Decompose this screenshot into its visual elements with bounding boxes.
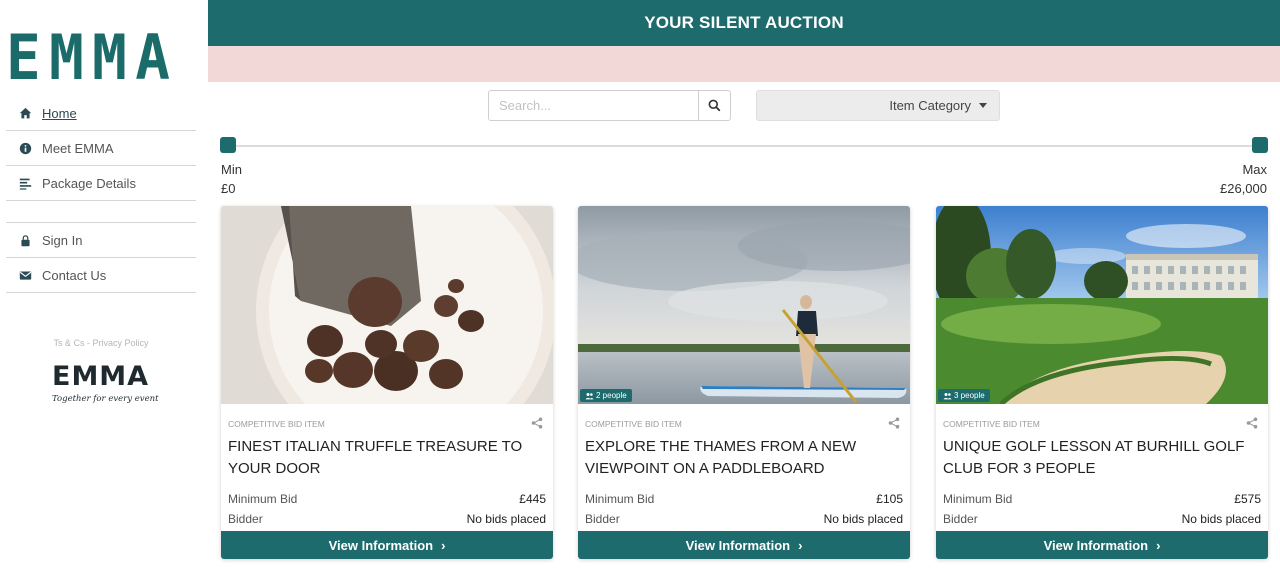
bidder-label: Bidder [943,512,978,526]
users-icon [585,392,594,399]
min-bid-row: Minimum Bid £575 [943,492,1261,506]
card-title[interactable]: EXPLORE THE THAMES FROM A NEW VIEWPOINT … [585,436,907,480]
auction-card: 2 people COMPETITIVE BID ITEM EXPLORE TH… [578,206,910,559]
header-bar: YOUR SILENT AUCTION [208,0,1280,46]
range-max-value: £26,000 [1220,181,1267,196]
tagline: Together for every event [52,394,159,404]
chevron-right-icon: › [1156,537,1161,553]
bidder-value: No bids placed [466,512,546,526]
page-title: YOUR SILENT AUCTION [644,13,844,32]
range-min-label: Min [221,162,242,177]
bidder-row: Bidder No bids placed [228,512,546,526]
bidder-row: Bidder No bids placed [585,512,903,526]
item-category-dropdown[interactable]: Item Category [756,90,1000,121]
bidder-value: No bids placed [1181,512,1261,526]
bidder-label: Bidder [585,512,620,526]
sidebar: EMMA Home Meet EMMA Package Details Sign… [0,0,208,571]
sidebar-item-contact-us[interactable]: Contact Us [6,258,196,293]
min-bid-label: Minimum Bid [228,492,298,506]
min-bid-value: £105 [876,492,903,506]
sidebar-nav: Home Meet EMMA Package Details Sign In C… [6,96,196,293]
info-icon [18,141,32,155]
card-type-label: COMPETITIVE BID ITEM [943,419,1040,429]
card-title[interactable]: FINEST ITALIAN TRUFFLE TREASURE TO YOUR … [228,436,550,480]
people-count: 3 people [954,391,985,400]
banner-strip [208,46,1280,82]
share-icon[interactable] [888,417,900,429]
view-information-button[interactable]: View Information › [578,531,910,559]
nav-divider [6,201,196,223]
min-bid-row: Minimum Bid £105 [585,492,903,506]
bidder-label: Bidder [228,512,263,526]
golf-course-image[interactable]: 3 people [936,206,1268,404]
sidebar-item-meet-emma[interactable]: Meet EMMA [6,131,196,166]
price-min-handle[interactable] [220,137,236,153]
legal-links[interactable]: Ts & Cs - Privacy Policy [6,338,196,348]
home-icon [18,106,32,120]
bidder-value: No bids placed [823,512,903,526]
share-icon[interactable] [1246,417,1258,429]
caret-down-icon [979,103,987,108]
view-information-label: View Information [685,537,791,553]
page: EMMA Home Meet EMMA Package Details Sign… [0,0,1280,571]
chevron-right-icon: › [798,537,803,553]
envelope-icon [18,268,32,282]
share-icon[interactable] [531,417,543,429]
people-badge: 3 people [938,389,990,402]
auction-card: 3 people COMPETITIVE BID ITEM UNIQUE GOL… [936,206,1268,559]
sidebar-item-label: Package Details [42,175,136,191]
truffle-image[interactable] [221,206,553,404]
card-title[interactable]: UNIQUE GOLF LESSON AT BURHILL GOLF CLUB … [943,436,1265,480]
search-icon [708,99,721,112]
view-information-label: View Information [1043,537,1149,553]
min-bid-row: Minimum Bid £445 [228,492,546,506]
min-bid-label: Minimum Bid [943,492,1013,506]
lock-icon [18,233,32,247]
range-max-label: Max [1242,162,1267,177]
paddleboard-image[interactable]: 2 people [578,206,910,404]
sidebar-item-label: Contact Us [42,267,107,283]
min-bid-value: £575 [1234,492,1261,506]
item-category-label: Item Category [889,98,971,113]
chevron-right-icon: › [441,537,446,553]
card-type-label: COMPETITIVE BID ITEM [585,419,682,429]
people-count: 2 people [596,391,627,400]
price-max-handle[interactable] [1252,137,1268,153]
card-type-label: COMPETITIVE BID ITEM [228,419,325,429]
price-range-track[interactable] [228,145,1260,147]
sidebar-item-label: Home [42,105,77,121]
view-information-button[interactable]: View Information › [221,531,553,559]
auction-card: COMPETITIVE BID ITEM FINEST ITALIAN TRUF… [221,206,553,559]
view-information-button[interactable]: View Information › [936,531,1268,559]
search-button[interactable] [698,90,731,121]
search-input[interactable] [488,90,699,121]
sidebar-item-label: Sign In [42,232,83,248]
sidebar-item-home[interactable]: Home [6,96,196,131]
list-icon [18,176,32,190]
min-bid-label: Minimum Bid [585,492,655,506]
sidebar-item-sign-in[interactable]: Sign In [6,223,196,258]
emma-logo[interactable]: EMMA [6,24,178,92]
people-badge: 2 people [580,389,632,402]
users-icon [943,392,952,399]
min-bid-value: £445 [519,492,546,506]
range-min-value: £0 [221,181,236,196]
bidder-row: Bidder No bids placed [943,512,1261,526]
view-information-label: View Information [328,537,434,553]
sidebar-item-package-details[interactable]: Package Details [6,166,196,201]
sidebar-item-label: Meet EMMA [42,140,114,156]
emma-logo-small: EMMA [52,361,150,392]
